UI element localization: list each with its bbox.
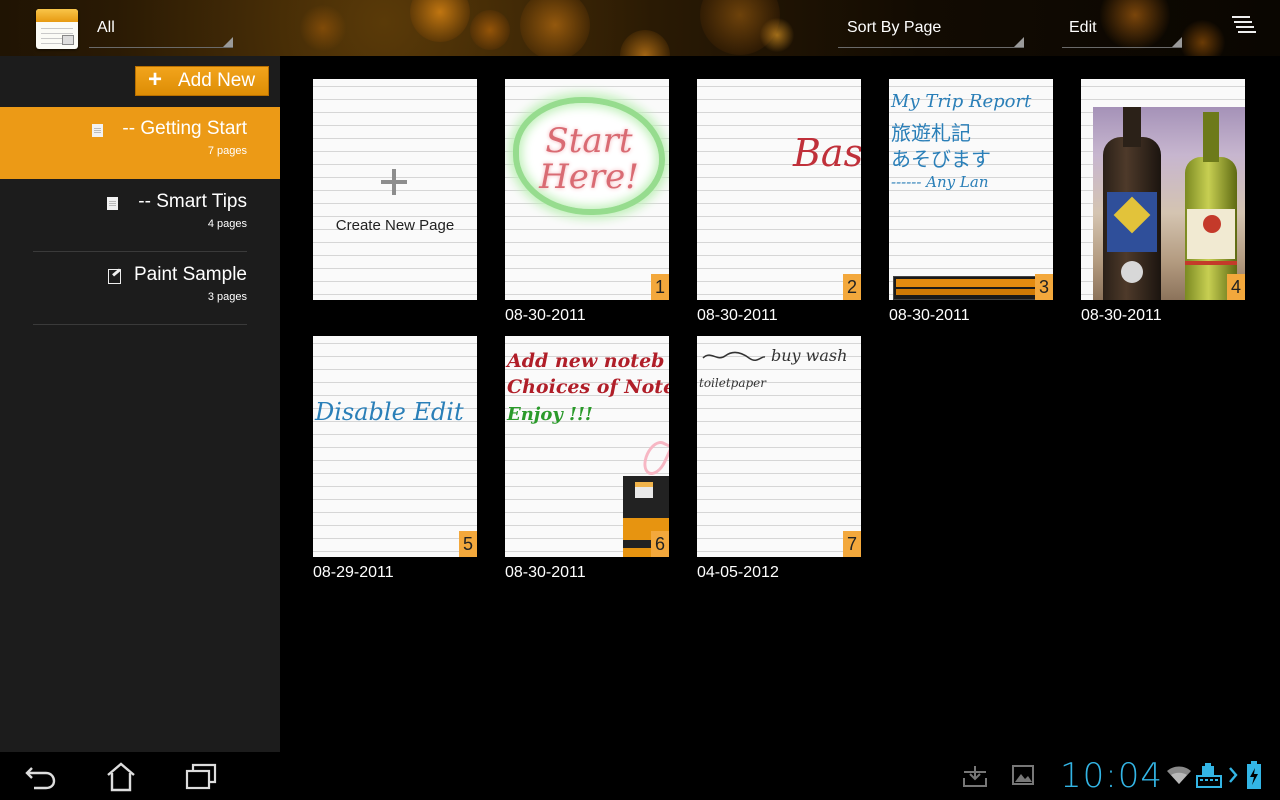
notebook-sidebar: + Add New -- Getting Start 7 pages -- Sm… — [0, 56, 280, 752]
add-new-button[interactable]: + Add New — [135, 66, 269, 96]
notebook-title: -- Getting Start — [122, 118, 247, 139]
background-bokeh — [760, 18, 794, 52]
paint-icon — [108, 269, 121, 284]
page-thumbnail-5[interactable]: Disable Edit 5 — [313, 336, 477, 557]
beer-bottle-image — [1103, 107, 1161, 300]
notebook-icon — [92, 124, 103, 137]
system-navigation-bar: 10:04 — [0, 752, 1280, 800]
page-date: 08-30-2011 — [1081, 307, 1162, 324]
edit-dropdown-label: Edit — [1069, 19, 1097, 36]
divider — [33, 324, 247, 325]
page-number-badge: 5 — [459, 531, 477, 557]
page-number-badge: 1 — [651, 274, 669, 300]
notebook-item-getting-start[interactable]: -- Getting Start 7 pages — [0, 107, 280, 179]
notebook-page-count: 7 pages — [207, 145, 247, 157]
edit-dropdown[interactable]: Edit — [1062, 0, 1182, 52]
dropdown-arrow-icon — [223, 37, 233, 47]
page-number-badge: 7 — [843, 531, 861, 557]
background-bokeh — [470, 10, 510, 50]
dropdown-arrow-icon — [1172, 37, 1182, 47]
handwriting-text: toiletpaper — [699, 376, 767, 390]
notebook-item-smart-tips[interactable]: -- Smart Tips 4 pages — [0, 180, 280, 252]
background-bokeh — [620, 30, 670, 56]
notebook-title: Paint Sample — [133, 264, 247, 285]
dropdown-arrow-icon — [1014, 37, 1024, 47]
plus-icon — [377, 165, 411, 199]
keyboard-dock-battery-icon — [1196, 763, 1222, 788]
handwriting-text: Enjoy !!! — [507, 404, 593, 425]
handwriting-text: Choices of Noteb — [507, 376, 669, 398]
handwriting-text: あそびます — [891, 147, 991, 171]
handwriting-text: Add new noteb — [507, 350, 665, 372]
page-date: 08-29-2011 — [313, 564, 394, 581]
handwriting-text: buy wash — [771, 346, 848, 365]
handwriting-text: My Trip Report — [891, 91, 1032, 112]
embedded-photo — [1093, 107, 1245, 300]
add-new-label: Add New — [178, 70, 256, 91]
scribble-stroke — [702, 351, 766, 361]
sort-dropdown-label: Sort By Page — [847, 19, 942, 36]
page-number-badge: 4 — [1227, 274, 1245, 300]
page-thumbnail-3[interactable]: My Trip Report 旅遊札記 あそびます ------ Any Lan… — [889, 79, 1053, 300]
background-bokeh — [700, 0, 780, 55]
page-thumbnail-1[interactable]: Start Here! 1 — [505, 79, 669, 300]
status-clock[interactable]: 10:04 — [1060, 756, 1163, 796]
wifi-icon — [1167, 766, 1191, 784]
create-new-page-card[interactable]: Create New Page — [313, 79, 477, 300]
brush-stroke — [638, 437, 669, 479]
background-bokeh — [1180, 20, 1225, 56]
page-number-badge: 3 — [1035, 274, 1053, 300]
download-tray-icon[interactable] — [962, 764, 988, 788]
notebook-page-count: 4 pages — [207, 218, 247, 230]
page-date: 08-30-2011 — [505, 307, 586, 324]
action-bar: All Sort By Page Edit — [0, 0, 1280, 56]
background-bokeh — [410, 0, 470, 42]
handwriting-text: Disable Edit — [315, 398, 464, 426]
page-date: 08-30-2011 — [697, 307, 778, 324]
notebook-page-count: 3 pages — [207, 291, 247, 303]
chevron-right-icon — [1229, 767, 1238, 783]
page-thumbnail-7[interactable]: buy wash toiletpaper 7 — [697, 336, 861, 557]
background-bokeh — [300, 5, 346, 51]
plus-icon: + — [148, 66, 163, 93]
handwriting-text: ------ Any Lan — [891, 173, 989, 191]
notebook-title: -- Smart Tips — [138, 191, 247, 212]
create-new-page-label: Create New Page — [335, 217, 455, 234]
page-date: 04-05-2012 — [697, 564, 779, 581]
notebook-item-paint-sample[interactable]: Paint Sample 3 pages — [0, 253, 280, 325]
page-thumbnail-4[interactable]: 4 — [1081, 79, 1245, 300]
recent-apps-icon[interactable] — [184, 762, 218, 792]
handwriting-text: Bas — [793, 131, 861, 175]
filter-dropdown-label: All — [97, 19, 115, 36]
embedded-screenshot — [893, 276, 1049, 300]
handwriting-text: 旅遊札記 — [891, 121, 971, 145]
battery-charging-icon — [1247, 761, 1261, 789]
divider — [33, 251, 247, 252]
page-thumbnail-2[interactable]: Bas 2 — [697, 79, 861, 300]
start-here-sticker: Start Here! — [513, 97, 665, 215]
home-icon[interactable] — [104, 762, 138, 792]
page-date: 08-30-2011 — [889, 307, 970, 324]
page-number-badge: 6 — [651, 531, 669, 557]
overflow-menu-icon[interactable] — [1232, 16, 1264, 42]
gallery-icon[interactable] — [1012, 764, 1034, 786]
notebook-icon — [107, 197, 118, 210]
background-bokeh — [520, 0, 590, 56]
handwriting-text: Here! — [539, 157, 639, 197]
app-notebook-icon[interactable] — [36, 9, 78, 49]
sort-dropdown[interactable]: Sort By Page — [838, 0, 1024, 52]
page-grid: Create New Page Start Here! 1 08-30-2011… — [280, 56, 1280, 752]
filter-dropdown[interactable]: All — [89, 0, 233, 52]
page-number-badge: 2 — [843, 274, 861, 300]
back-icon[interactable] — [24, 762, 58, 792]
page-thumbnail-6[interactable]: Add new noteb Choices of Noteb Enjoy !!!… — [505, 336, 669, 557]
page-date: 08-30-2011 — [505, 564, 586, 581]
handwriting-text: Start — [545, 121, 633, 161]
